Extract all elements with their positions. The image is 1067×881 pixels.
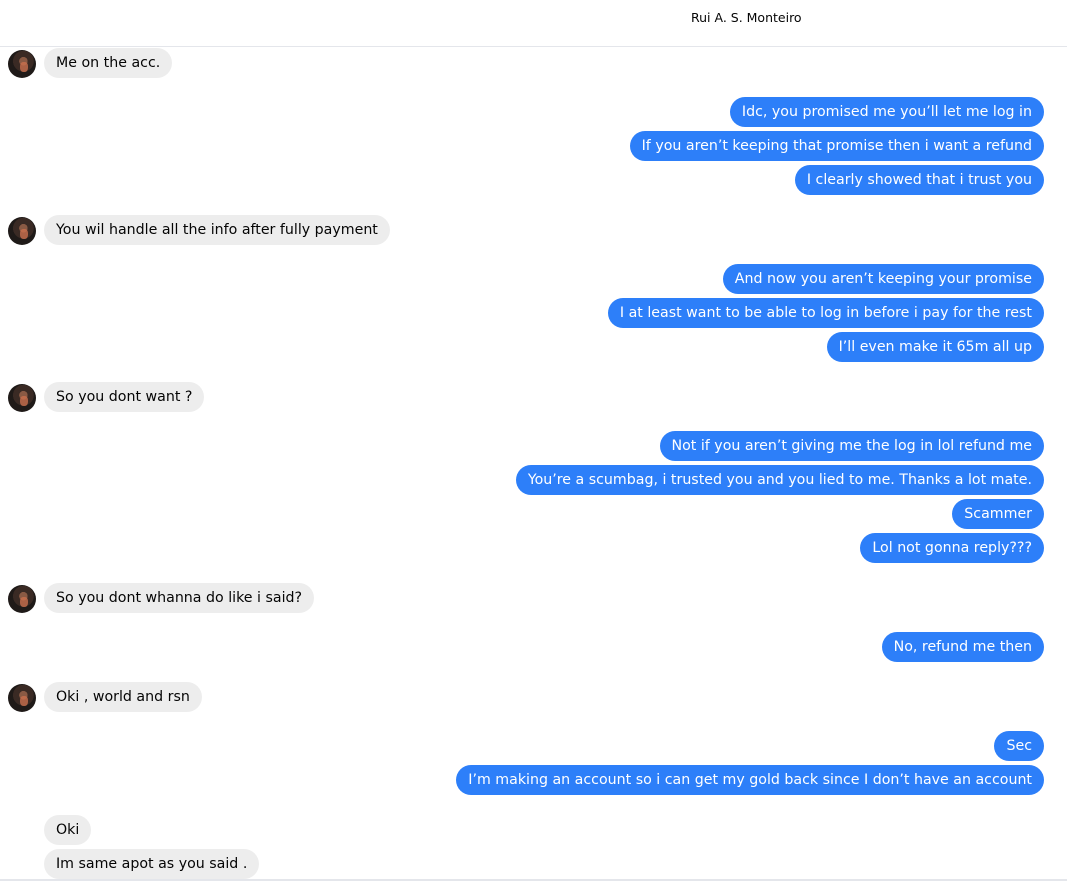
outgoing-message[interactable]: Lol not gonna reply??? — [860, 533, 1044, 563]
contact-avatar[interactable] — [8, 50, 36, 78]
outgoing-message[interactable]: If you aren’t keeping that promise then … — [629, 131, 1044, 161]
outgoing-message[interactable]: Sec — [994, 731, 1044, 761]
incoming-message[interactable]: Oki , world and rsn — [44, 682, 202, 712]
contact-avatar[interactable] — [8, 384, 36, 412]
contact-avatar[interactable] — [8, 585, 36, 613]
outgoing-message[interactable]: You’re a scumbag, i trusted you and you … — [515, 465, 1044, 495]
outgoing-message[interactable]: I’m making an account so i can get my go… — [456, 765, 1044, 795]
incoming-message[interactable]: So you dont whanna do like i said? — [44, 583, 315, 613]
outgoing-message[interactable]: Idc, you promised me you’ll let me log i… — [729, 97, 1044, 127]
incoming-message[interactable]: Me on the acc. — [44, 48, 173, 78]
outgoing-message[interactable]: Not if you aren’t giving me the log in l… — [659, 431, 1044, 461]
contact-avatar[interactable] — [8, 684, 36, 712]
message-thread[interactable]: Me on the acc. Idc, you promised me you’… — [0, 48, 1067, 881]
outgoing-message[interactable]: And now you aren’t keeping your promise — [722, 264, 1044, 294]
incoming-message[interactable]: So you dont want ? — [44, 382, 205, 412]
incoming-message[interactable]: You wil handle all the info after fully … — [44, 215, 390, 245]
outgoing-message[interactable]: I at least want to be able to log in bef… — [607, 298, 1044, 328]
outgoing-message[interactable]: No, refund me then — [881, 632, 1044, 662]
incoming-message[interactable]: Im same apot as you said . — [44, 849, 260, 879]
conversation-header: Rui A. S. Monteiro — [0, 0, 1067, 47]
incoming-message[interactable]: Oki — [44, 815, 92, 845]
contact-avatar[interactable] — [8, 217, 36, 245]
outgoing-message[interactable]: I clearly showed that i trust you — [794, 165, 1044, 195]
contact-name[interactable]: Rui A. S. Monteiro — [691, 10, 802, 25]
outgoing-message[interactable]: Scammer — [952, 499, 1044, 529]
outgoing-message[interactable]: I’ll even make it 65m all up — [826, 332, 1044, 362]
